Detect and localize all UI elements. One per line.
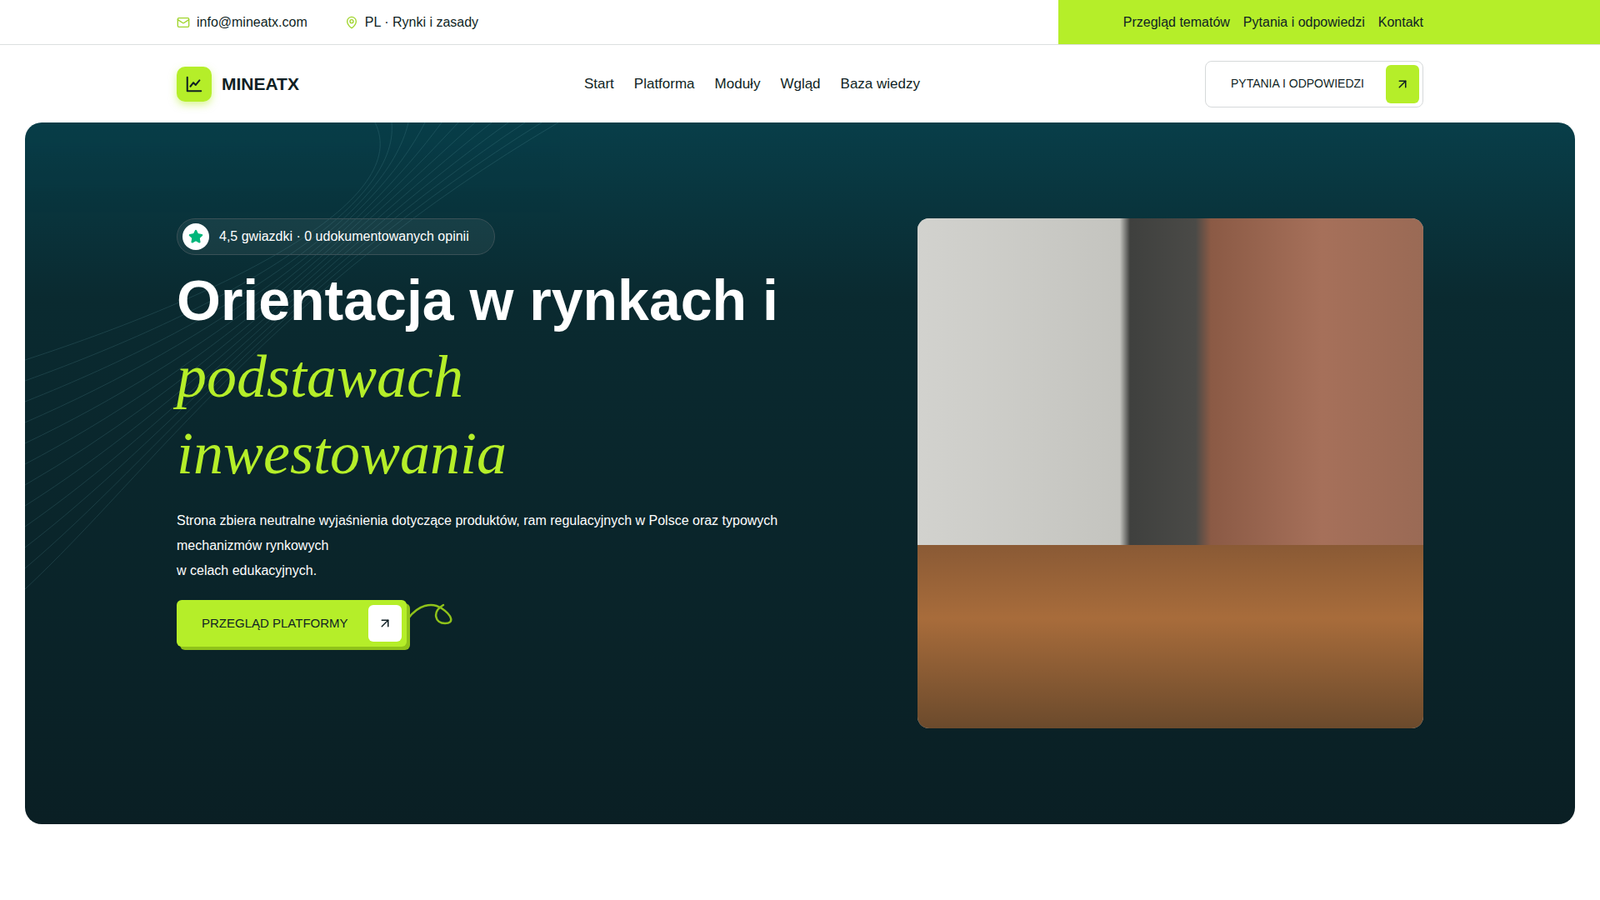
nav-item[interactable]: Start — [584, 73, 615, 95]
navbar: MINEATX Start Platforma Moduły Wgląd Baza wie… — [0, 45, 1600, 123]
hero-photo — [917, 218, 1424, 729]
nav-item[interactable]: Moduły — [715, 73, 761, 95]
rating-badge: 4,5 gwiazdki · 0 udokumentowanych opinii — [176, 218, 495, 255]
location: PL · Rynki i zasady — [345, 12, 479, 33]
nav-item[interactable]: Wgląd — [780, 73, 820, 95]
top-bar: info@mineatx.com PL · Rynki i zasady Przeg… — [0, 0, 1600, 45]
top-link[interactable]: Kontakt — [1378, 12, 1424, 33]
squiggle-icon — [406, 600, 460, 634]
hero: 4,5 gwiazdki · 0 udokumentowanych opinii… — [25, 122, 1575, 825]
nav-menu: Start Platforma Moduły Wgląd Baza wiedzy — [584, 73, 920, 95]
page: info@mineatx.com PL · Rynki i zasady Przeg… — [0, 0, 1600, 900]
hero-content: 4,5 gwiazdki · 0 udokumentowanych opinii… — [176, 218, 844, 647]
chart-icon — [185, 75, 204, 94]
star-icon — [188, 229, 204, 245]
map-pin-icon — [345, 15, 359, 30]
nav-item[interactable]: Platforma — [634, 73, 695, 95]
nav-item[interactable]: Baza wiedzy — [840, 73, 920, 95]
top-links: Przegląd tematów Pytania i odpowiedzi Kont… — [1058, 0, 1600, 45]
top-link[interactable]: Pytania i odpowiedzi — [1243, 12, 1365, 33]
hero-description: Strona zbiera neutralne wyjaśnienia doty… — [176, 508, 785, 584]
faq-button[interactable]: PYTANIA I ODPOWIEDZI — [1205, 60, 1424, 108]
platform-button[interactable]: PRZEGLĄD PLATFORMY — [176, 600, 407, 647]
email[interactable]: info@mineatx.com — [176, 12, 308, 33]
arrow-icon — [1395, 76, 1410, 92]
mail-icon — [176, 15, 190, 30]
logo[interactable]: MINEATX — [176, 66, 300, 102]
top-link[interactable]: Przegląd tematów — [1123, 12, 1230, 33]
hero-title: Orientacja w rynkach ipodstawachinwestow… — [176, 261, 779, 492]
arrow-icon — [377, 615, 393, 631]
